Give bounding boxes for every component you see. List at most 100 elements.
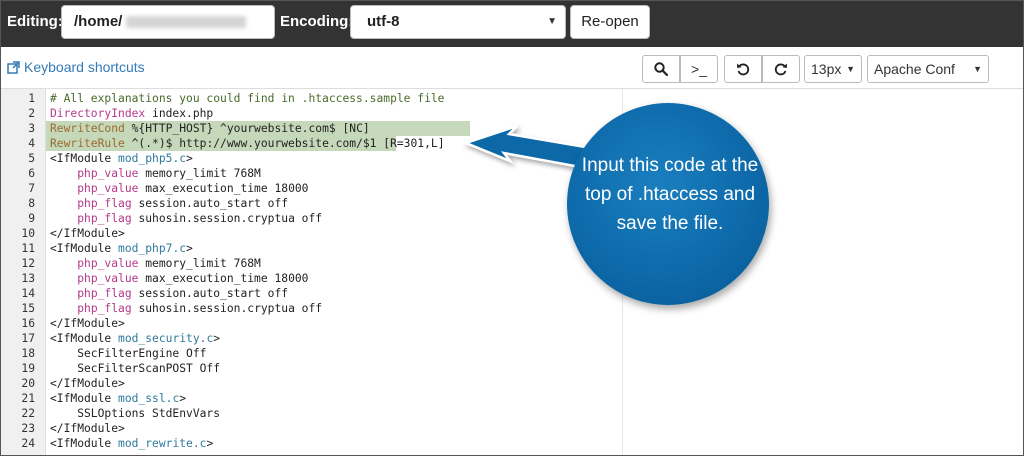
line-text: php_value memory_limit 768M: [77, 167, 261, 180]
code-line[interactable]: 11 <IfModule mod_php7.c>: [1, 241, 1023, 256]
undo-icon: [737, 63, 750, 76]
code-line[interactable]: 21 <IfModule mod_ssl.c>: [1, 391, 1023, 406]
screenshot-frame: Editing: /home/ Encoding: utf-8 ▼ Re-ope…: [0, 0, 1024, 456]
line-number: 15: [21, 302, 35, 315]
line-number: 8: [28, 197, 35, 210]
code-line[interactable]: 9 php_flag suhosin.session.cryptua off: [1, 211, 1023, 226]
goto-line-button[interactable]: >_: [680, 55, 718, 83]
chevron-down-icon: ▼: [846, 64, 855, 74]
line-text: <IfModule mod_php7.c>: [50, 242, 193, 255]
line-text: php_value memory_limit 768M: [77, 257, 261, 270]
line-number: 9: [28, 212, 35, 225]
line-number: 2: [28, 107, 35, 120]
line-text: php_value max_execution_time 18000: [77, 182, 309, 195]
code-editor[interactable]: 1 # All explanations you could find in .h…: [1, 88, 1023, 455]
line-text: SSLOptions StdEnvVars: [50, 407, 221, 420]
font-size-select[interactable]: 13px ▼: [804, 55, 862, 83]
line-number: 21: [21, 392, 35, 405]
keyboard-shortcuts-label: Keyboard shortcuts: [24, 59, 145, 75]
line-number: 22: [21, 407, 35, 420]
line-text: </IfModule>: [50, 317, 125, 330]
reopen-button[interactable]: Re-open: [570, 5, 650, 39]
line-number: 23: [21, 422, 35, 435]
line-text: php_flag suhosin.session.cryptua off: [77, 302, 323, 315]
code-line[interactable]: 13 php_value max_execution_time 18000: [1, 271, 1023, 286]
code-line[interactable]: 16 </IfModule>: [1, 316, 1023, 331]
line-text: # All explanations you could find in .ht…: [50, 92, 445, 105]
line-number: 7: [28, 182, 35, 195]
line-number: 12: [21, 257, 35, 270]
line-text: </IfModule>: [50, 422, 125, 435]
syntax-mode-value: Apache Conf: [874, 61, 955, 77]
redacted-path: [126, 16, 247, 29]
font-size-value: 13px: [811, 61, 842, 77]
file-path-value: /home/: [74, 13, 123, 30]
code-line[interactable]: 10 </IfModule>: [1, 226, 1023, 241]
line-text: RewriteCond %{HTTP_HOST} ^yourwebsite.co…: [50, 122, 370, 135]
line-text: SecFilterScanPOST Off: [50, 362, 221, 375]
line-text: php_flag session.auto_start off: [77, 287, 289, 300]
redo-button[interactable]: [762, 55, 800, 83]
code-line[interactable]: 8 php_flag session.auto_start off: [1, 196, 1023, 211]
line-text: SecFilterEngine Off: [50, 347, 207, 360]
line-number: 4: [28, 137, 35, 150]
code-line[interactable]: 4 RewriteRule ^(.*)$ http://www.yourwebsi…: [1, 136, 1023, 151]
file-path-field[interactable]: /home/: [61, 5, 275, 39]
code-line[interactable]: 17 <IfModule mod_security.c>: [1, 331, 1023, 346]
code-line[interactable]: 20 </IfModule>: [1, 376, 1023, 391]
code-line[interactable]: 14 php_flag session.auto_start off: [1, 286, 1023, 301]
line-text: php_flag session.auto_start off: [77, 197, 289, 210]
redo-icon: [774, 63, 787, 76]
external-link-icon: [7, 61, 20, 74]
editing-label: Editing:: [7, 13, 63, 30]
search-icon: [654, 62, 668, 76]
undo-button[interactable]: [724, 55, 762, 83]
line-number: 14: [21, 287, 35, 300]
code-line[interactable]: 22 SSLOptions StdEnvVars: [1, 406, 1023, 421]
code-line[interactable]: 18 SecFilterEngine Off: [1, 346, 1023, 361]
line-number: 3: [28, 122, 35, 135]
syntax-mode-select[interactable]: Apache Conf ▼: [867, 55, 989, 83]
code-line[interactable]: 7 php_value max_execution_time 18000: [1, 181, 1023, 196]
line-number: 5: [28, 152, 35, 165]
line-text: <IfModule mod_php5.c>: [50, 152, 193, 165]
line-number: 19: [21, 362, 35, 375]
line-text: DirectoryIndex index.php: [50, 107, 214, 120]
code-line[interactable]: 15 php_flag suhosin.session.cryptua off: [1, 301, 1023, 316]
keyboard-shortcuts-link[interactable]: Keyboard shortcuts: [7, 59, 145, 75]
line-number: 24: [21, 437, 35, 450]
line-text: <IfModule mod_security.c>: [50, 332, 221, 345]
encoding-value: utf-8: [367, 13, 400, 30]
chevron-down-icon: ▼: [547, 16, 557, 27]
code-line[interactable]: 2 DirectoryIndex index.php: [1, 106, 1023, 121]
search-button[interactable]: [642, 55, 680, 83]
line-text: </IfModule>: [50, 227, 125, 240]
callout-text: Input this code at the top of .htaccess …: [581, 155, 759, 234]
encoding-select[interactable]: utf-8 ▼: [350, 5, 566, 39]
line-number: 17: [21, 332, 35, 345]
line-text: php_value max_execution_time 18000: [77, 272, 309, 285]
line-number: 18: [21, 347, 35, 360]
code-line[interactable]: 12 php_value memory_limit 768M: [1, 256, 1023, 271]
line-text: <IfModule mod_rewrite.c>: [50, 437, 214, 450]
line-number: 10: [21, 227, 35, 240]
encoding-label: Encoding:: [280, 13, 354, 30]
code-line[interactable]: 23 </IfModule>: [1, 421, 1023, 436]
line-number: 16: [21, 317, 35, 330]
line-text: </IfModule>: [50, 377, 125, 390]
line-number: 13: [21, 272, 35, 285]
line-number: 1: [28, 92, 35, 105]
code-line[interactable]: 24 <IfModule mod_rewrite.c>: [1, 436, 1023, 451]
code-line[interactable]: 6 php_value memory_limit 768M: [1, 166, 1023, 181]
editor-header: Editing: /home/ Encoding: utf-8 ▼ Re-ope…: [1, 1, 1023, 47]
code-line[interactable]: 3 RewriteCond %{HTTP_HOST} ^yourwebsite.c…: [1, 121, 1023, 136]
line-number: 11: [21, 242, 35, 255]
terminal-icon: >_: [691, 61, 707, 77]
line-text: RewriteRule ^(.*)$ http://www.yourwebsit…: [50, 137, 445, 150]
code-line[interactable]: 5 <IfModule mod_php5.c>: [1, 151, 1023, 166]
line-text: <IfModule mod_ssl.c>: [50, 392, 187, 405]
chevron-down-icon: ▼: [973, 64, 982, 74]
code-line[interactable]: 1 # All explanations you could find in .h…: [1, 91, 1023, 106]
code-line[interactable]: 19 SecFilterScanPOST Off: [1, 361, 1023, 376]
line-text: php_flag suhosin.session.cryptua off: [77, 212, 323, 225]
